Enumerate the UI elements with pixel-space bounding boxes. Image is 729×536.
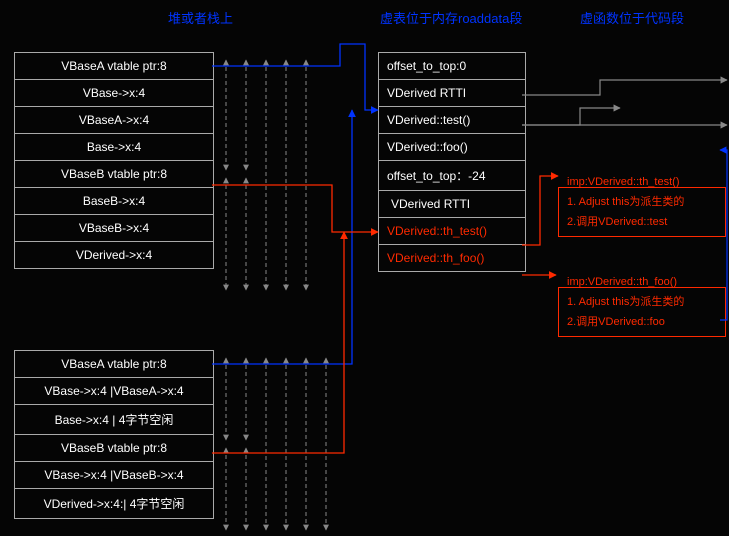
thunk-box-foo-line1: 1. Adjust this为派生类的 [567, 292, 717, 312]
obj1-row-4: VBaseB vtable ptr:8 [15, 161, 214, 188]
thunk-box-foo: imp:VDerived::th_foo() 1. Adjust this为派生… [558, 287, 726, 337]
vtable-row-6: VDerived::th_test() [379, 218, 526, 245]
vtable-row-3: VDerived::foo() [379, 134, 526, 161]
vtable-row-2: VDerived::test() [379, 107, 526, 134]
vtable-row-0: offset_to_top:0 [379, 53, 526, 80]
thunk-box-foo-line2: 2.调用VDerived::foo [567, 312, 717, 332]
thunk-box-test-title: imp:VDerived::th_test() [567, 172, 679, 192]
object-layout-2: VBaseA vtable ptr:8 VBase->x:4 |VBaseA->… [14, 350, 214, 519]
obj1-row-6: VBaseB->x:4 [15, 215, 214, 242]
vtable-row-4: offset_to_top：-24 [379, 161, 526, 191]
heading-code-segment: 虚函数位于代码段 [580, 8, 684, 27]
obj1-row-1: VBase->x:4 [15, 80, 214, 107]
thunk-box-foo-title: imp:VDerived::th_foo() [567, 272, 677, 292]
vtable-row-1: VDerived RTTI [379, 80, 526, 107]
obj1-row-7: VDerived->x:4 [15, 242, 214, 269]
heading-heap-stack: 堆或者栈上 [168, 8, 233, 27]
vtable-layout: offset_to_top:0 VDerived RTTI VDerived::… [378, 52, 526, 272]
obj2-row-5: VDerived->x:4:| 4字节空闲 [15, 489, 214, 519]
heading-vtable-segment: 虚表位于内存roaddata段 [380, 8, 522, 27]
obj2-row-0: VBaseA vtable ptr:8 [15, 351, 214, 378]
vtable-row-5: VDerived RTTI [379, 191, 526, 218]
obj1-row-3: Base->x:4 [15, 134, 214, 161]
obj2-row-1: VBase->x:4 |VBaseA->x:4 [15, 378, 214, 405]
obj2-row-3: VBaseB vtable ptr:8 [15, 435, 214, 462]
object-layout-1: VBaseA vtable ptr:8 VBase->x:4 VBaseA->x… [14, 52, 214, 269]
thunk-box-test: imp:VDerived::th_test() 1. Adjust this为派… [558, 187, 726, 237]
vtable-row-7: VDerived::th_foo() [379, 245, 526, 272]
obj2-row-2: Base->x:4 | 4字节空闲 [15, 405, 214, 435]
obj2-row-4: VBase->x:4 |VBaseB->x:4 [15, 462, 214, 489]
thunk-box-test-line2: 2.调用VDerived::test [567, 212, 717, 232]
obj1-row-5: BaseB->x:4 [15, 188, 214, 215]
thunk-box-test-line1: 1. Adjust this为派生类的 [567, 192, 717, 212]
obj1-row-2: VBaseA->x:4 [15, 107, 214, 134]
obj1-row-0: VBaseA vtable ptr:8 [15, 53, 214, 80]
